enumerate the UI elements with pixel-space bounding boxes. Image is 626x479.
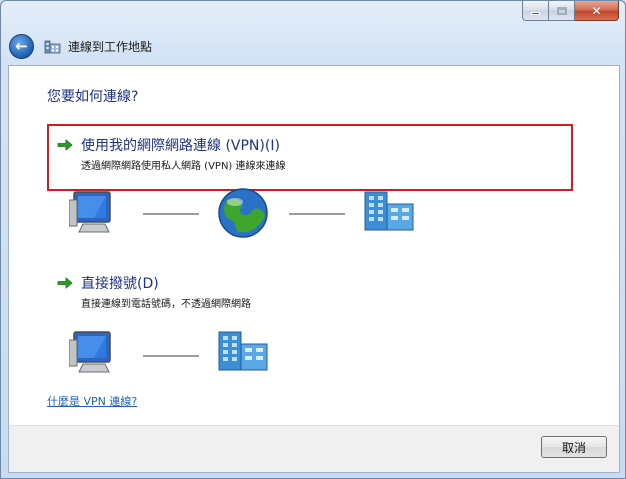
office-building-icon [364, 191, 414, 231]
maximize-button [549, 1, 575, 21]
vpn-option[interactable]: 使用我的網際網路連線 (VPN)(I) 透過網際網路使用私人網路 (VPN) 連… [47, 124, 573, 191]
dial-option-description: 直接連線到電話號碼，不透過網際網路 [81, 299, 251, 310]
globe-icon [218, 188, 268, 238]
dial-option-title: 直接撥號(D) [81, 276, 159, 292]
workplace-icon [44, 40, 61, 54]
back-arrow-icon: ← [15, 36, 28, 55]
caption-buttons: ✕ [522, 1, 619, 21]
cancel-button[interactable]: 取消 [541, 436, 607, 458]
minimize-icon [531, 12, 540, 15]
window-title: 連線到工作地點 [68, 39, 153, 54]
green-arrow-icon [57, 139, 73, 151]
wizard-header: ← 連線到工作地點 [9, 31, 152, 61]
green-arrow-icon [57, 277, 73, 289]
page-heading: 您要如何連線? [47, 89, 139, 105]
close-icon: ✕ [591, 3, 602, 18]
content-panel: 您要如何連線? 使用我的網際網路連線 (VPN)(I) 透過網際網路使用私人網路… [8, 65, 620, 425]
computer-icon [69, 331, 111, 373]
dial-option[interactable]: 直接撥號(D) 直接連線到電話號碼，不透過網際網路 [47, 267, 573, 334]
wizard-footer: 取消 [8, 425, 620, 473]
back-button[interactable]: ← [9, 33, 34, 59]
close-button[interactable]: ✕ [575, 1, 619, 21]
maximize-icon [556, 6, 567, 15]
wizard-window: ✕ ← 連線到工作地點 您要如何連線? 使用我的網際網路連線 (VPN)(I) … [0, 0, 626, 479]
vpn-option-description: 透過網際網路使用私人網路 (VPN) 連線來連線 [81, 161, 286, 172]
office-building-icon [218, 331, 268, 371]
vpn-help-link[interactable]: 什麼是 VPN 連線? [47, 393, 137, 409]
vpn-diagram [69, 188, 414, 238]
computer-icon [69, 191, 111, 233]
dial-diagram [69, 331, 268, 373]
vpn-option-title: 使用我的網際網路連線 (VPN)(I) [81, 138, 280, 154]
minimize-button[interactable] [522, 1, 549, 21]
